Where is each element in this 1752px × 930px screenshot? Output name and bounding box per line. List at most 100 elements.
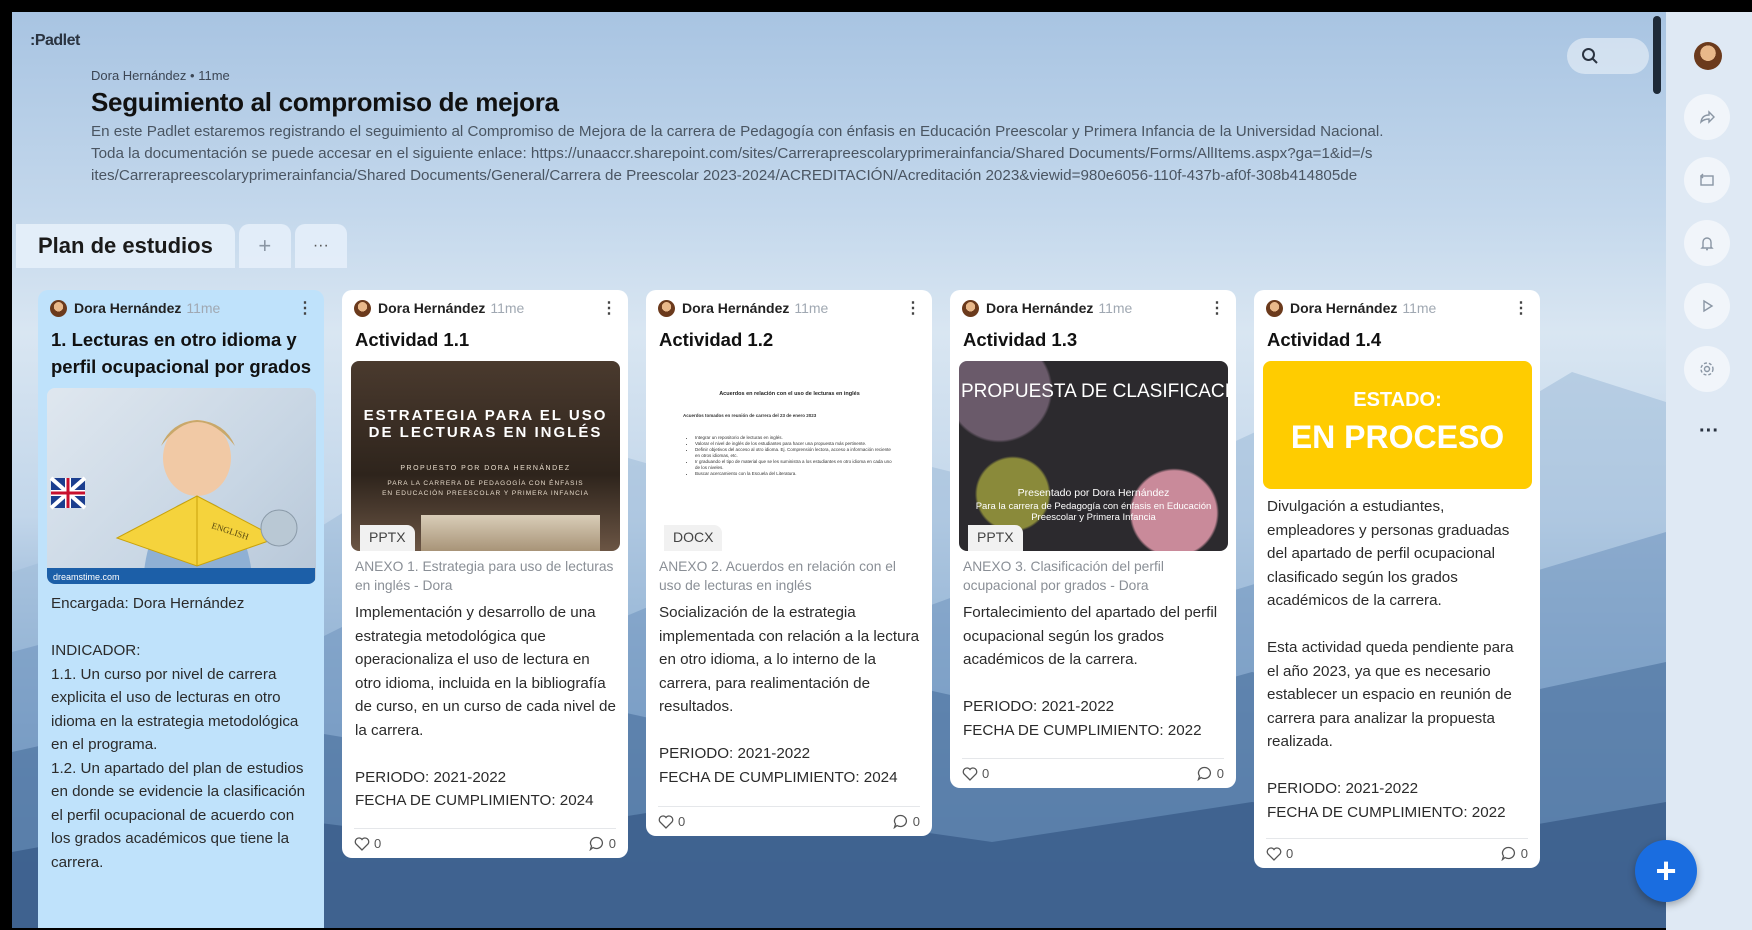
slide-subtitle: PROPUESTO POR DORA HERNÁNDEZ <box>400 465 571 472</box>
doc-list-item: Ir graduando el tipo de material que se … <box>695 459 896 471</box>
post-card[interactable]: Dora Hernández 11me ⋮ Actividad 1.1 ESTR… <box>342 290 628 858</box>
add-post-fab[interactable]: + <box>1635 840 1697 902</box>
board-canvas: :Padlet Dora Hernández • 11me Seguimient… <box>12 12 1666 928</box>
doc-title: Acuerdos en relación con el uso de lectu… <box>719 391 860 397</box>
avatar[interactable] <box>962 299 979 317</box>
plus-icon: + <box>1655 850 1677 891</box>
section-title[interactable]: Plan de estudios <box>16 224 235 268</box>
post-author[interactable]: Dora Hernández <box>682 300 789 316</box>
search-icon <box>1582 48 1598 64</box>
post-menu-icon[interactable]: ⋮ <box>297 298 313 318</box>
gear-icon <box>1700 362 1714 376</box>
like-count: 0 <box>1286 846 1294 861</box>
comment-icon <box>893 814 907 829</box>
post-card[interactable]: Dora Hernández 11me ⋮ Actividad 1.2 Acue… <box>646 290 932 836</box>
slide-title: ESTRATEGIA PARA EL USO DE LECTURAS EN IN… <box>363 407 608 441</box>
attachment-preview[interactable]: PROPUESTA DE CLASIFICACIÓN DEL PERFIL OC… <box>959 361 1228 551</box>
comment-button[interactable]: 0 <box>589 836 616 851</box>
post-time: 11me <box>490 300 525 316</box>
scrollbar-thumb[interactable] <box>1653 16 1661 94</box>
comment-button[interactable]: 0 <box>1501 846 1528 861</box>
padlet-logo[interactable]: :Padlet <box>30 32 80 50</box>
post-footer: 0 0 <box>962 758 1224 788</box>
section-header: Plan de estudios + ··· <box>16 224 347 268</box>
like-count: 0 <box>374 836 382 851</box>
comment-button[interactable]: 0 <box>1197 766 1224 781</box>
post-author[interactable]: Dora Hernández <box>74 300 181 316</box>
attachment-preview[interactable]: ESTRATEGIA PARA EL USO DE LECTURAS EN IN… <box>351 361 620 551</box>
post-menu-icon[interactable]: ⋮ <box>1513 298 1529 318</box>
post-footer: 0 0 <box>354 828 616 858</box>
slide-subtitle-2: PARA LA CARRERA DE PEDAGOGÍA CON ÉNFASIS… <box>382 480 589 497</box>
like-button[interactable]: 0 <box>1266 846 1293 861</box>
board-time: 11me <box>198 68 230 83</box>
more-options-button[interactable]: ··· <box>1666 420 1752 443</box>
post-time: 11me <box>1402 300 1437 316</box>
post-title: Actividad 1.3 <box>963 329 1078 350</box>
user-avatar[interactable] <box>1694 42 1722 70</box>
add-post-button[interactable]: + <box>238 224 291 268</box>
post-author[interactable]: Dora Hernández <box>1290 300 1397 316</box>
avatar[interactable] <box>354 299 371 317</box>
post-menu-icon[interactable]: ⋮ <box>601 298 617 318</box>
attachment-preview[interactable]: Acuerdos en relación con el uso de lectu… <box>655 361 924 551</box>
post-card[interactable]: Dora Hernández 11me ⋮ 1. Lecturas en otr… <box>38 290 324 928</box>
post-header: Dora Hernández 11me ⋮ <box>950 290 1236 318</box>
attachment-caption[interactable]: ANEXO 2. Acuerdos en relación con el uso… <box>646 551 932 601</box>
avatar[interactable] <box>658 299 675 317</box>
post-header: Dora Hernández 11me ⋮ <box>38 290 324 318</box>
post-time: 11me <box>1098 300 1133 316</box>
comment-button[interactable]: 0 <box>893 814 920 829</box>
post-menu-icon[interactable]: ⋮ <box>905 298 921 318</box>
like-button[interactable]: 0 <box>354 836 381 851</box>
share-button[interactable] <box>1684 94 1730 140</box>
post-author[interactable]: Dora Hernández <box>986 300 1093 316</box>
post-time: 11me <box>794 300 829 316</box>
post-header: Dora Hernández 11me ⋮ <box>646 290 932 318</box>
watermark-text: dreamstime.com <box>53 572 120 582</box>
comment-count: 0 <box>1216 766 1224 781</box>
notifications-button[interactable] <box>1684 220 1730 266</box>
post-title: 1. Lecturas en otro idioma y perfil ocup… <box>51 329 312 377</box>
slideshow-button[interactable] <box>1684 283 1730 329</box>
avatar[interactable] <box>50 299 67 317</box>
like-button[interactable]: 0 <box>962 766 989 781</box>
boy-reading-illustration: ENGLISH dreamstime.com <box>47 420 315 584</box>
separator-dot: • <box>190 68 195 83</box>
post-image[interactable]: ENGLISH dreamstime.com <box>47 388 316 584</box>
post-card[interactable]: Dora Hernández 11me ⋮ Actividad 1.3 PROP… <box>950 290 1236 788</box>
remake-button[interactable] <box>1684 157 1730 203</box>
heart-icon <box>1266 846 1282 861</box>
search-button[interactable] <box>1567 38 1649 74</box>
status-image[interactable]: ESTADO: EN PROCESO <box>1263 361 1532 489</box>
comment-icon <box>1197 766 1211 781</box>
slide-subtitle-2: Para la carrera de Pedagogía con énfasis… <box>975 501 1212 523</box>
post-body: Socialización de la estrategia implement… <box>659 604 920 786</box>
right-sidebar: ··· <box>1666 12 1752 930</box>
comment-count: 0 <box>1520 846 1528 861</box>
remake-icon <box>1700 173 1714 186</box>
post-author[interactable]: Dora Hernández <box>378 300 485 316</box>
doc-subtitle: Acuerdos tomados en reunión de carrera d… <box>683 413 817 418</box>
attachment-caption[interactable]: ANEXO 1. Estrategia para uso de lecturas… <box>342 551 628 601</box>
avatar[interactable] <box>1266 299 1283 317</box>
post-card[interactable]: Dora Hernández 11me ⋮ Actividad 1.4 ESTA… <box>1254 290 1540 868</box>
post-menu-icon[interactable]: ⋮ <box>1209 298 1225 318</box>
post-body: Implementación y desarrollo de una estra… <box>355 604 616 809</box>
post-header: Dora Hernández 11me ⋮ <box>342 290 628 318</box>
doc-list-item: Buscar acercamiento con la Escuela del L… <box>695 471 896 477</box>
comment-count: 0 <box>608 836 616 851</box>
file-type-badge: PPTX <box>968 525 1023 551</box>
like-button[interactable]: 0 <box>658 814 685 829</box>
heart-icon <box>354 836 370 851</box>
section-more-button[interactable]: ··· <box>294 224 347 268</box>
file-type-badge: PPTX <box>360 525 415 551</box>
settings-button[interactable] <box>1684 346 1730 392</box>
post-header: Dora Hernández 11me ⋮ <box>1254 290 1540 318</box>
board-author[interactable]: Dora Hernández <box>91 68 186 83</box>
board-author-line: Dora Hernández • 11me <box>91 68 1511 83</box>
attachment-caption[interactable]: ANEXO 3. Clasificación del perfil ocupac… <box>950 551 1236 601</box>
file-type-badge: DOCX <box>664 525 723 551</box>
bell-icon <box>1700 237 1714 251</box>
doc-list: Integrar un repositorio de lecturas en i… <box>695 435 896 477</box>
